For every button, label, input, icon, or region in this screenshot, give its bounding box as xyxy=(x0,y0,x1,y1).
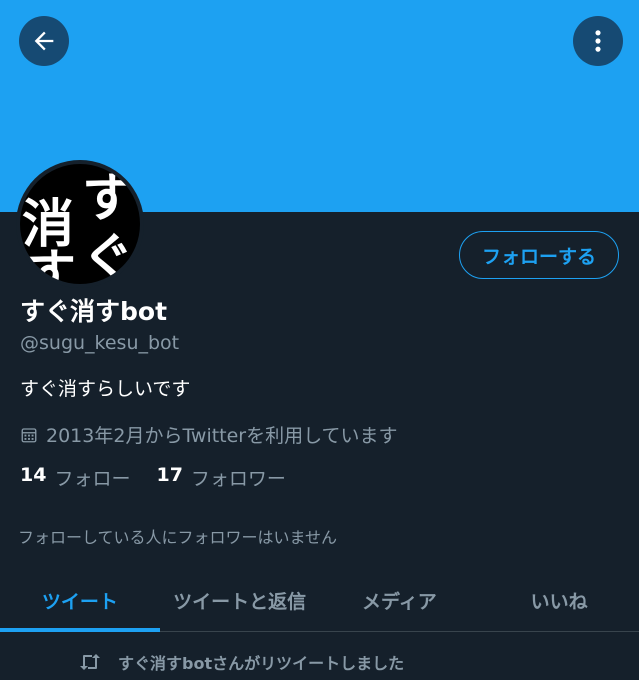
followers-link[interactable]: 17 フォロワー xyxy=(156,464,285,491)
retweet-indicator: すぐ消すbotさんがリツイートしました xyxy=(78,650,404,674)
mutual-followers-note: フォローしている人にフォロワーはいません xyxy=(18,528,338,547)
more-vertical-icon xyxy=(595,30,601,52)
arrow-left-icon xyxy=(34,31,54,51)
joined-date: 2013年2月からTwitterを利用しています xyxy=(20,421,398,448)
tab-likes[interactable]: いいね xyxy=(479,570,639,631)
calendar-icon xyxy=(21,427,37,442)
more-options-button[interactable] xyxy=(573,16,623,66)
back-button[interactable] xyxy=(19,16,69,66)
display-name: すぐ消すbot xyxy=(20,297,168,326)
retweet-text: すぐ消すbotさんがリツイートしました xyxy=(118,654,405,673)
followers-count: 17 xyxy=(156,464,183,486)
followers-label: フォロワー xyxy=(190,468,286,490)
tab-tweets-and-replies[interactable]: ツイートと返信 xyxy=(160,570,320,631)
following-count: 14 xyxy=(20,464,47,486)
follow-button[interactable]: フォローする xyxy=(459,231,619,279)
tab-tweets[interactable]: ツイート xyxy=(0,570,160,632)
user-handle: @sugu_kesu_bot xyxy=(20,332,180,354)
profile-bio: すぐ消すらしいです xyxy=(20,378,191,400)
avatar-char-su-bottom: す xyxy=(24,244,76,284)
profile-avatar[interactable]: す 消 ぐ す xyxy=(16,160,144,288)
following-link[interactable]: 14 フォロー xyxy=(20,464,130,491)
retweet-icon xyxy=(80,654,100,670)
following-label: フォロー xyxy=(54,468,131,490)
tab-media[interactable]: メディア xyxy=(320,570,480,631)
avatar-image: す 消 ぐ す xyxy=(20,164,140,284)
profile-tabs: ツイート ツイートと返信 メディア いいね xyxy=(0,570,639,632)
follow-counts: 14 フォロー 17 フォロワー xyxy=(20,464,312,491)
avatar-char-gu: ぐ xyxy=(82,228,134,284)
joined-text: 2013年2月からTwitterを利用しています xyxy=(46,425,398,447)
